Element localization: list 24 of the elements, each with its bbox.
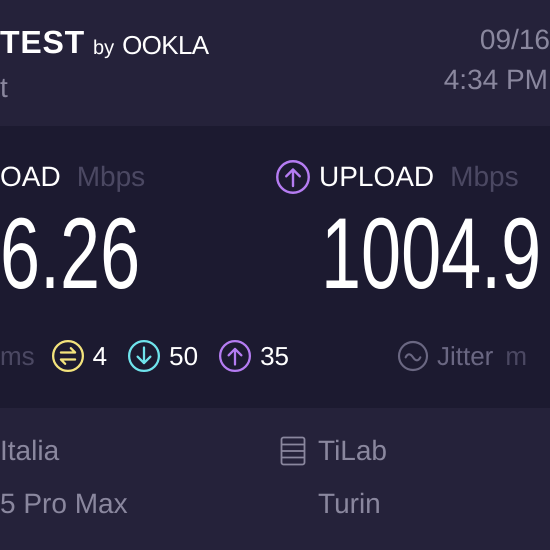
subtitle: t	[0, 74, 9, 102]
ping-value: 35	[260, 343, 289, 369]
test-date: 09/16	[480, 26, 550, 54]
device-name: 5 Pro Max	[0, 490, 129, 518]
server-icon	[280, 436, 306, 466]
ping-value: 50	[169, 343, 198, 369]
upload-circle-icon	[275, 159, 311, 195]
server-name: TiLab	[318, 437, 388, 465]
brand-logo: OOKLA	[122, 32, 208, 58]
provider-name: Italia	[0, 437, 60, 465]
result-label: UPLOAD	[319, 163, 434, 191]
server-location: Turin	[317, 490, 382, 518]
swap-arrows-icon	[50, 339, 85, 373]
test-time: 4:34 PM	[444, 66, 549, 94]
speed-value: 1004.9	[320, 204, 542, 305]
speed-value: 6.26	[0, 204, 142, 305]
result-label: OAD	[0, 163, 61, 191]
by-text: by	[92, 38, 114, 58]
download-circle-icon	[127, 339, 162, 373]
jitter-label: Jitter	[437, 343, 494, 369]
ping-value: 4	[92, 343, 108, 369]
app-title: TEST	[0, 26, 85, 58]
upload-circle-icon	[218, 339, 252, 373]
jitter-wave-icon	[397, 340, 429, 372]
